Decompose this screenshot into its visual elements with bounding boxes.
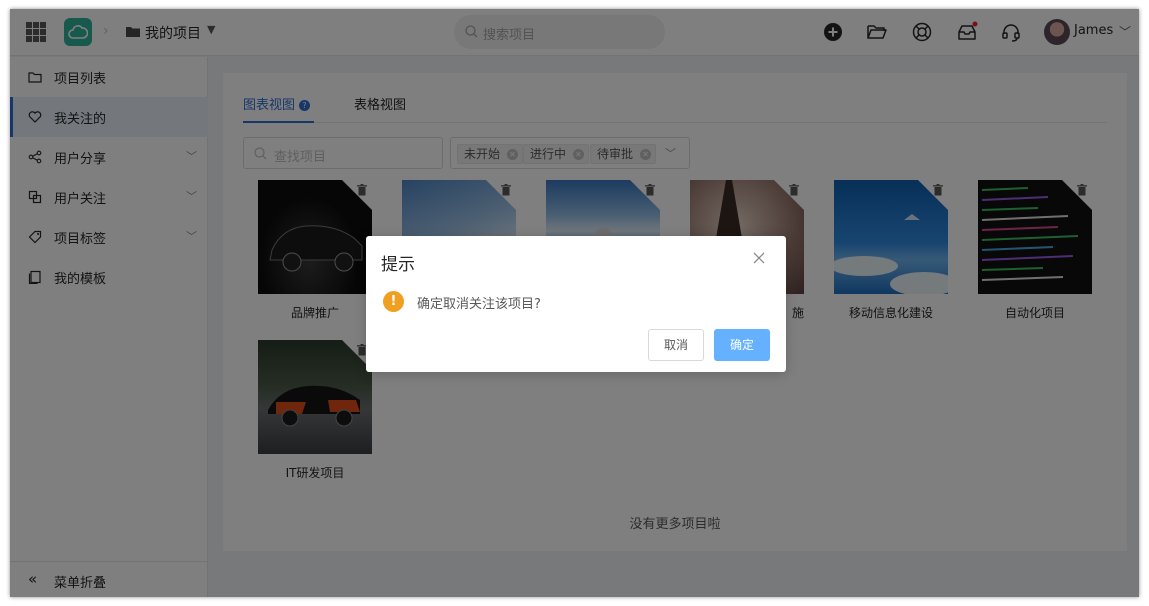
- confirm-button[interactable]: 确定: [714, 329, 770, 361]
- dialog-title: 提示: [381, 255, 415, 275]
- warning-icon: !: [383, 291, 404, 312]
- cancel-button[interactable]: 取消: [648, 329, 704, 361]
- dialog-message: 确定取消关注该项目?: [417, 297, 541, 312]
- confirm-dialog: 提示 ! 确定取消关注该项目? 取消 确定: [366, 236, 786, 372]
- app-window: › 我的项目 ▼ 搜索项目 James ﹀ 项目列表 我关注的 用户分享 ﹀: [10, 9, 1139, 597]
- close-icon[interactable]: [752, 251, 766, 265]
